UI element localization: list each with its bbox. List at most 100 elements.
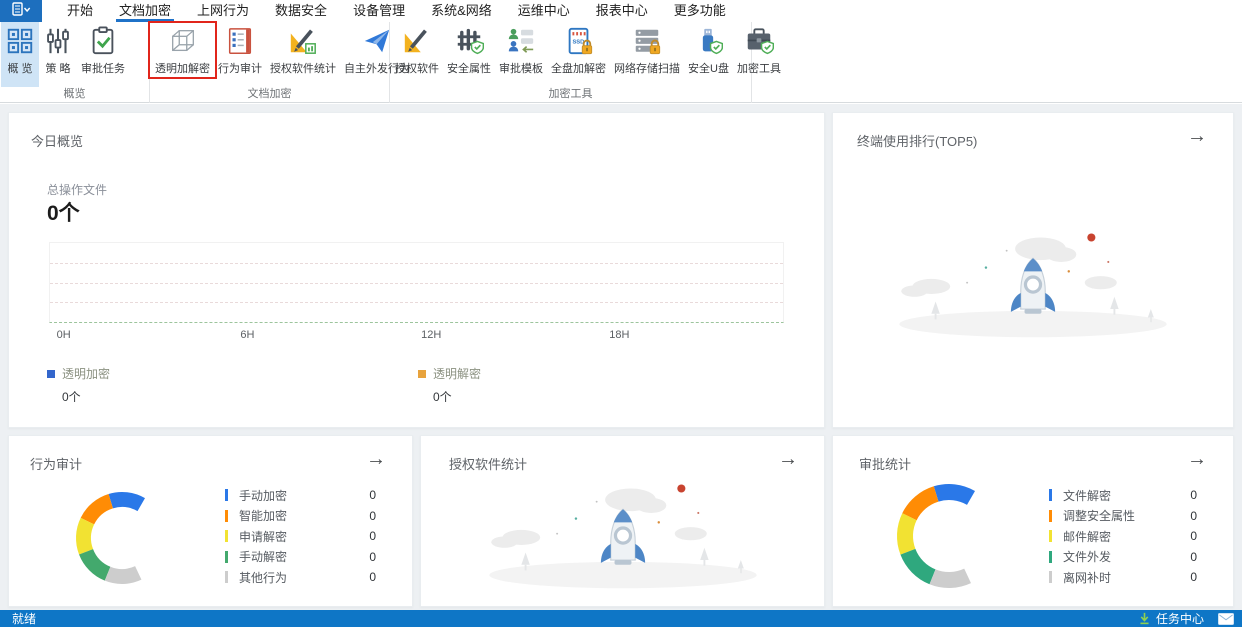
ribbon-item-label: 透明加解密 (155, 63, 210, 75)
legend-swatch (225, 550, 228, 563)
ribbon-item[interactable]: 概 览 (1, 22, 39, 87)
legend-item: 智能加密 0 (225, 508, 376, 523)
ribbon-group-1: 透明加解密 行为审计 授权软件统计 自主外发行为 文档加密 (148, 21, 410, 103)
app-window: 开始 文档加密 上网行为 数据安全 设备管理 系统&网络 运维中心 报表中心 更多功能 概 览策… (0, 0, 1242, 627)
status-text: 就绪 (12, 612, 37, 626)
legend-swatch (1049, 530, 1052, 542)
app-menu-icon (10, 1, 32, 21)
menu-tab-2[interactable]: 上网行为 (184, 0, 262, 22)
x-tick-label: 18H (609, 329, 630, 341)
ribbon-item[interactable]: SSD 全盘加解密 (547, 22, 610, 86)
menu-bar: 开始 文档加密 上网行为 数据安全 设备管理 系统&网络 运维中心 报表中心 更多功能 (0, 0, 1242, 22)
ribbon-group-2: 授权软件 安全属性 审批模板 SSD 全盘加解密 网络存储扫描 安全U盘 加密工具 加密工具 (390, 22, 781, 103)
outgoing-behavior-icon (362, 26, 392, 56)
legend-item: 离网补时 0 (1049, 570, 1197, 585)
ribbon-item[interactable]: 授权软件 (391, 22, 443, 86)
legend-swatch (225, 509, 228, 522)
rocket-empty-state-illustration (463, 474, 783, 604)
behavior-audit-legend: 手动加密 0 智能加密 0 申请解密 0 手动解密 0 其他行为 0 (225, 488, 376, 592)
mail-icon[interactable] (1218, 612, 1234, 625)
legend-item: 手动解密 0 (225, 549, 376, 564)
arrow-right-icon[interactable]: → (366, 448, 386, 470)
legend-item: 其他行为 0 (225, 570, 376, 585)
legend-item: 手动加密 0 (225, 488, 376, 503)
card-title: 审批统计 (859, 457, 912, 472)
legend-label: 申请解密 (239, 529, 288, 544)
network-storage-scan-icon (632, 26, 662, 56)
ribbon-group-label: 文档加密 (247, 88, 292, 100)
card-software-stats: 授权软件统计 → (420, 435, 825, 607)
behavior-audit-icon (225, 26, 255, 56)
arrow-right-icon[interactable]: → (1187, 448, 1207, 470)
ribbon-item[interactable]: 透明加解密 (148, 21, 217, 86)
legend-label: 手动解密 (239, 550, 288, 564)
menu-tab-6[interactable]: 运维中心 (505, 0, 583, 22)
ribbon-item-label: 网络存储扫描 (614, 63, 680, 75)
legend-swatch (1049, 550, 1052, 563)
menu-tab-0[interactable]: 开始 (54, 0, 106, 22)
legend-swatch (418, 369, 426, 378)
card-title: 终端使用排行(TOP5) (857, 134, 978, 149)
ribbon-item-label: 全盘加解密 (551, 63, 606, 75)
menu-tab-7[interactable]: 报表中心 (583, 0, 661, 22)
full-disk-crypt-icon: SSD (564, 26, 594, 56)
ribbon-group-label: 概览 (63, 88, 86, 100)
download-icon (1138, 612, 1151, 625)
task-center-label: 任务中心 (1155, 612, 1204, 626)
ribbon-item[interactable]: 审批任务 (77, 22, 129, 86)
legend-value: 0 (1190, 529, 1197, 543)
approval-task-icon (88, 26, 118, 56)
ribbon-item[interactable]: 安全属性 (443, 22, 495, 86)
policy-sliders-icon (43, 26, 73, 56)
ribbon-item[interactable]: 网络存储扫描 (610, 22, 684, 86)
menu-tab-8[interactable]: 更多功能 (661, 0, 739, 22)
legend-value: 0 (1190, 508, 1197, 523)
ribbon-group-label: 加密工具 (548, 88, 593, 100)
total-files-label: 总操作文件 (47, 183, 108, 197)
ribbon-item-label: 授权软件 (395, 63, 439, 75)
task-center-button[interactable]: 任务中心 (1138, 610, 1234, 627)
ribbon-item[interactable]: 行为审计 (214, 22, 266, 86)
card-title: 授权软件统计 (449, 457, 528, 472)
menu-tab-5[interactable]: 系统&网络 (418, 0, 505, 22)
status-bar: 就绪 任务中心 (0, 610, 1242, 627)
legend-swatch (1049, 489, 1052, 501)
card-approval-stats: 审批统计 → 文件解密 0 调整安全属性 0 邮件解密 0 文件外发 0 离网补时 0 (832, 435, 1234, 607)
card-title: 行为审计 (30, 457, 83, 472)
legend-swatch (47, 369, 55, 378)
ribbon-item-label: 行为审计 (218, 63, 262, 75)
legend-label: 邮件解密 (1063, 529, 1112, 544)
legend-label: 透明解密 (433, 367, 482, 381)
arrow-right-icon[interactable]: → (1187, 125, 1207, 147)
legend-value: 0 (369, 508, 376, 523)
legend-label: 文件解密 (1063, 488, 1112, 503)
app-menu-button[interactable] (0, 0, 42, 22)
ribbon-item[interactable]: 策 略 (39, 22, 77, 86)
ribbon-item[interactable]: 审批模板 (495, 22, 547, 86)
legend-value: 0 (369, 549, 376, 564)
arrow-right-icon[interactable]: → (778, 448, 798, 470)
ribbon-item[interactable]: 授权软件统计 (266, 22, 340, 86)
ribbon-item-label: 概 览 (7, 63, 33, 75)
chart-gridline (50, 302, 783, 304)
crypt-toolbox-icon (744, 26, 774, 56)
ribbon-item[interactable]: 安全U盘 (684, 22, 733, 86)
svg-text:SSD: SSD (572, 39, 584, 45)
legend-value: 0 (1190, 488, 1197, 502)
ribbon-item-label: 策 略 (45, 63, 71, 75)
legend-item: 透明加密 0个 (47, 365, 110, 405)
ribbon-item-label: 审批模板 (499, 63, 543, 75)
menu-tab-4[interactable]: 设备管理 (340, 0, 418, 22)
behavior-audit-donut-chart (76, 492, 145, 584)
legend-value: 0 (1190, 570, 1197, 584)
legend-item: 申请解密 0 (225, 529, 376, 544)
ribbon-group-0: 概 览策 略审批任务概览 (0, 22, 150, 103)
menu-tab-3[interactable]: 数据安全 (262, 0, 340, 22)
menu-tab-1[interactable]: 文档加密 (106, 0, 184, 22)
card-today-overview: 今日概览 总操作文件 0个 0H 6H 12H 18H 透明加密 0个 透明解密 0个 (8, 112, 825, 428)
legend-item: 文件外发 0 (1049, 550, 1197, 564)
rocket-empty-state-illustration (873, 223, 1193, 353)
legend-value: 0 (369, 488, 376, 502)
ribbon-item[interactable]: 加密工具 (733, 22, 785, 86)
total-files-value: 0个 (47, 202, 80, 225)
